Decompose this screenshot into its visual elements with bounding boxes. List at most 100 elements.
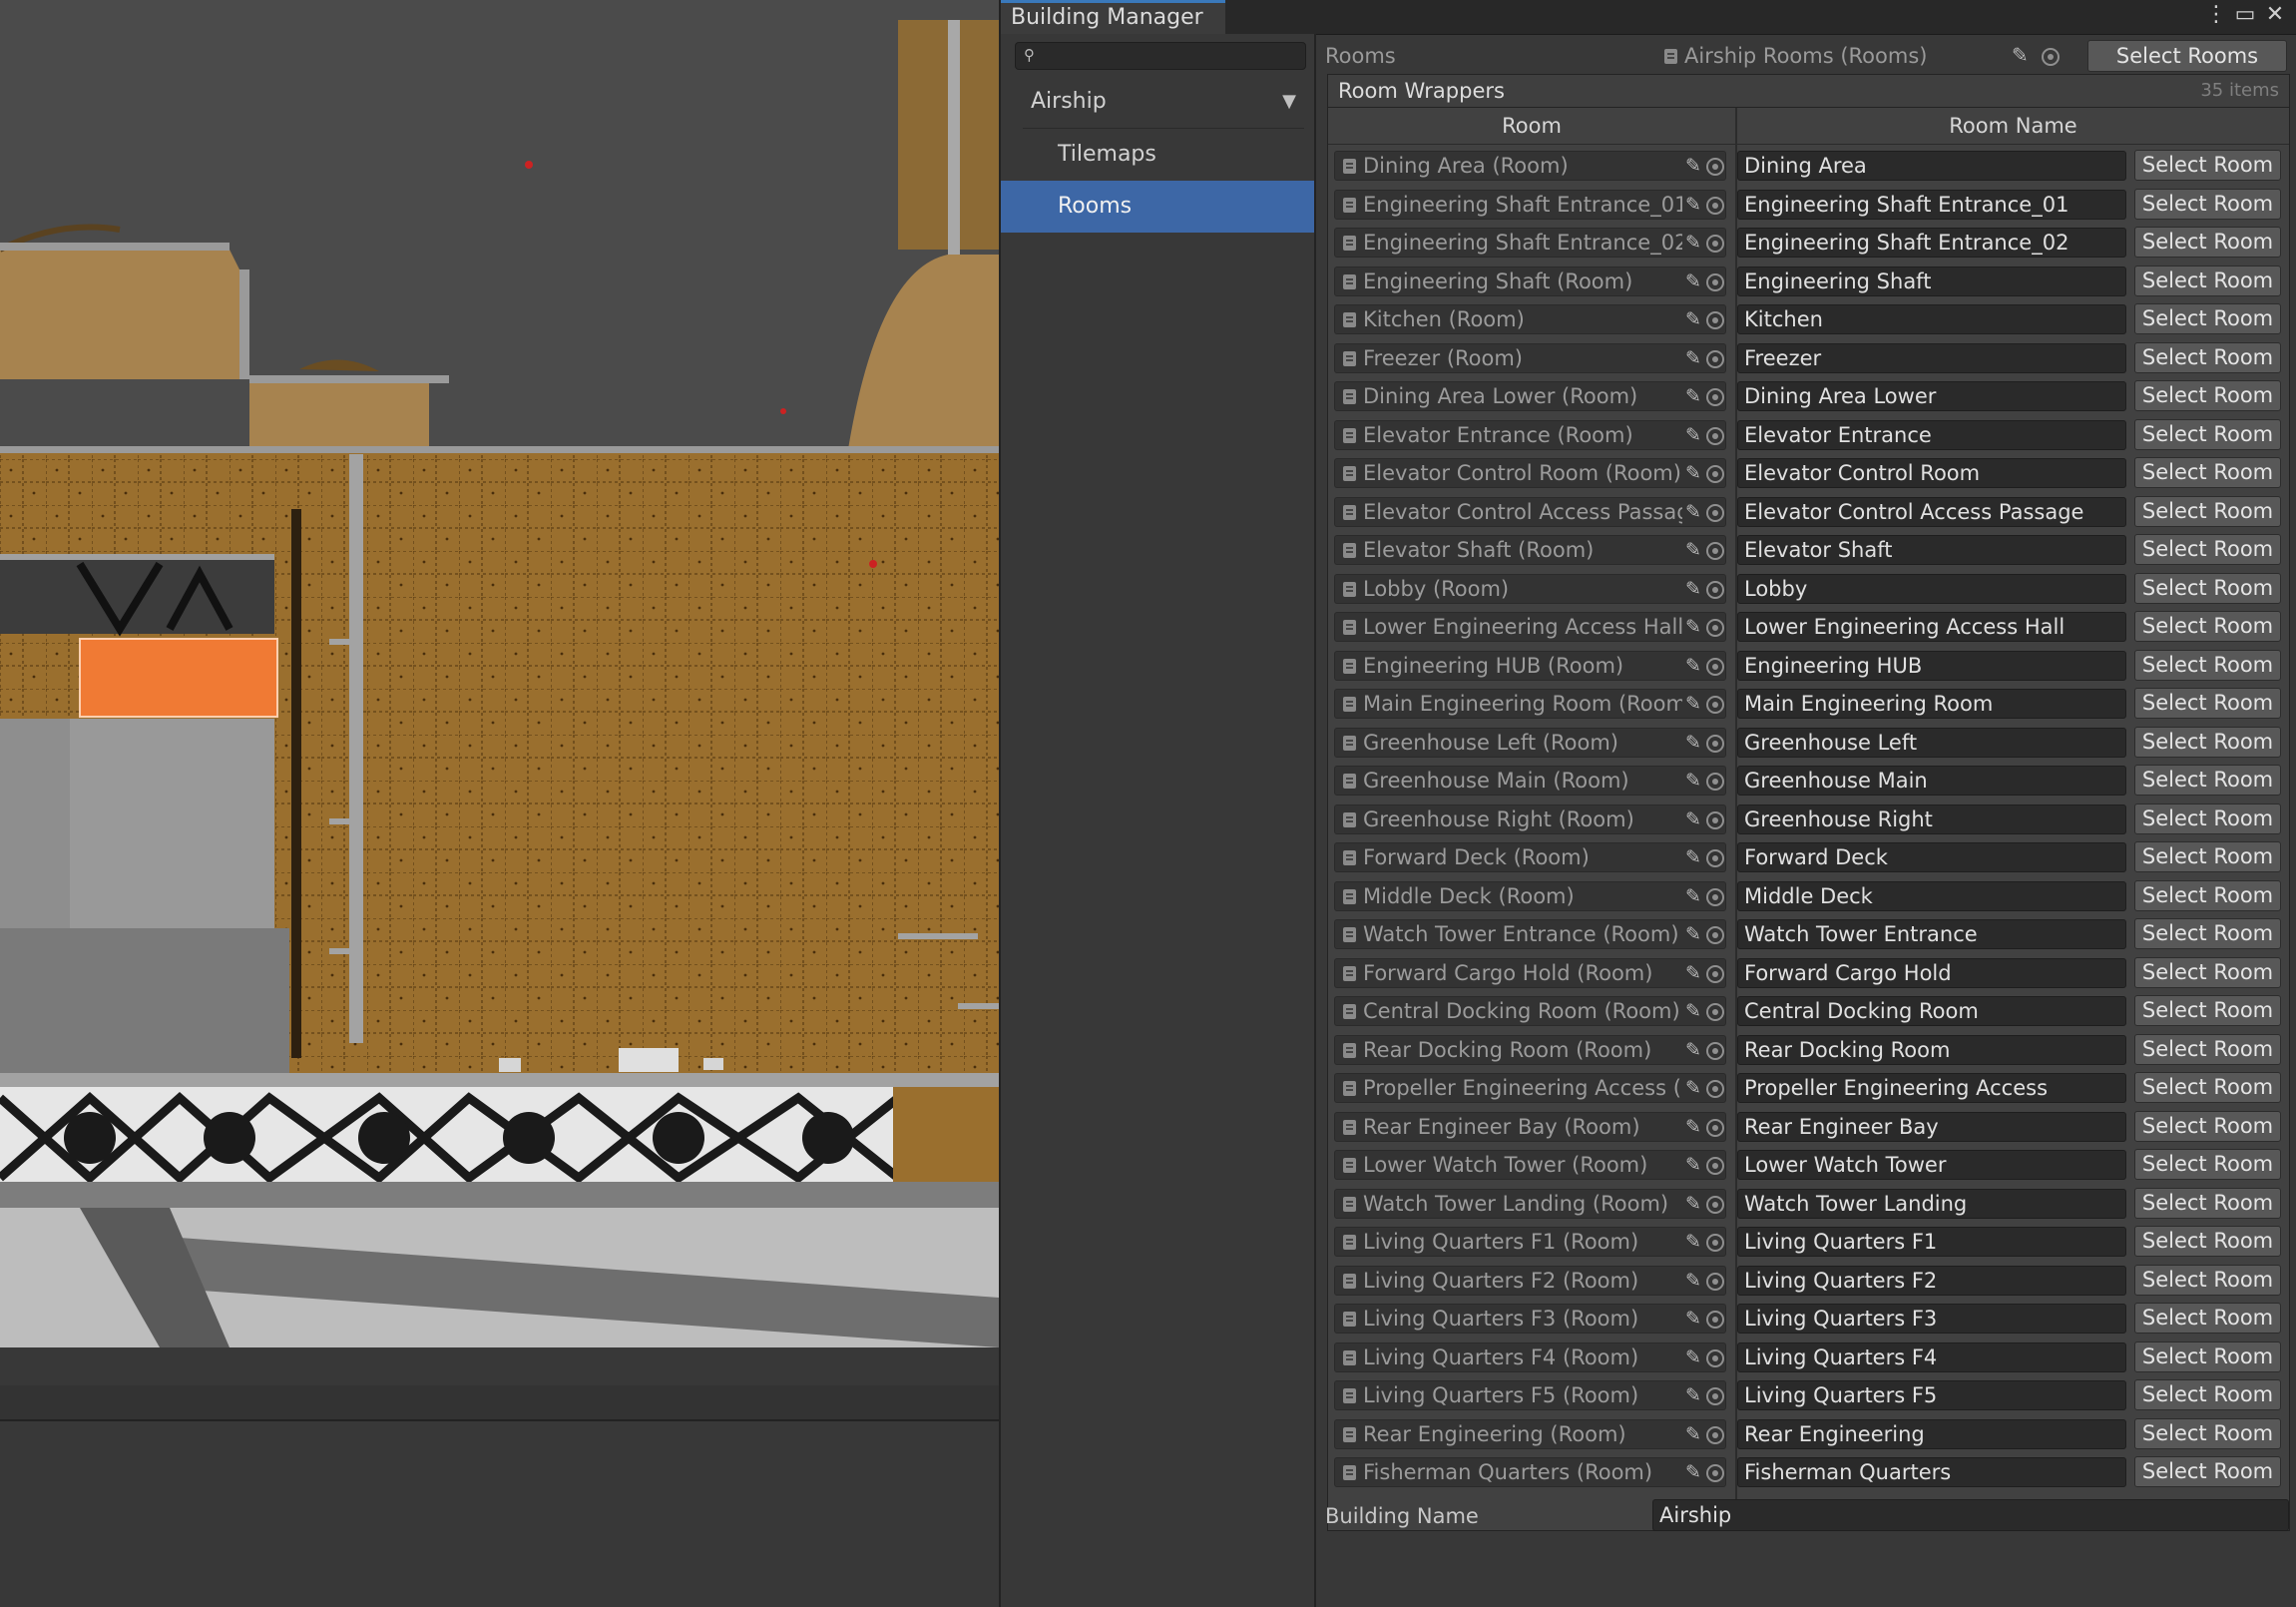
select-room-button[interactable]: Select Room	[2134, 1456, 2281, 1487]
room-name-field[interactable]: Living Quarters F4	[1737, 1341, 2126, 1372]
room-object-field[interactable]: Elevator Shaft (Room) ✎	[1334, 535, 1726, 565]
object-picker-icon[interactable]	[1706, 580, 1724, 599]
object-picker-icon[interactable]	[1706, 349, 1724, 368]
pencil-icon[interactable]: ✎	[1682, 1305, 1704, 1333]
select-room-button[interactable]: Select Room	[2134, 1149, 2281, 1180]
select-room-button[interactable]: Select Room	[2134, 1187, 2281, 1219]
room-object-field[interactable]: Kitchen (Room) ✎	[1334, 304, 1726, 334]
object-picker-icon[interactable]	[1706, 964, 1724, 983]
object-picker-icon[interactable]	[1706, 1118, 1724, 1137]
dropdown-arrow-icon[interactable]: ▼	[1282, 76, 1296, 128]
select-room-button[interactable]: Select Room	[2134, 918, 2281, 949]
select-room-button[interactable]: Select Room	[2134, 995, 2281, 1026]
object-picker-icon[interactable]	[1706, 388, 1724, 406]
object-picker-icon[interactable]	[1706, 1348, 1724, 1367]
select-room-button[interactable]: Select Room	[2134, 1340, 2281, 1372]
room-name-field[interactable]: Living Quarters F5	[1737, 1380, 2126, 1410]
room-object-field[interactable]: Freezer (Room) ✎	[1334, 342, 1726, 373]
room-name-field[interactable]: Engineering Shaft	[1737, 266, 2126, 296]
select-room-button[interactable]: Select Room	[2134, 534, 2281, 565]
pencil-icon[interactable]: ✎	[1682, 152, 1704, 180]
room-name-field[interactable]: Main Engineering Room	[1737, 689, 2126, 719]
building-name-field[interactable]: Airship	[1652, 1499, 2289, 1531]
close-icon[interactable]: ✕	[2262, 0, 2288, 30]
object-picker-icon[interactable]	[1706, 158, 1724, 176]
room-object-field[interactable]: Rear Engineer Bay (Room) ✎	[1334, 1111, 1726, 1142]
room-name-field[interactable]: Greenhouse Right	[1737, 804, 2126, 834]
object-picker-icon[interactable]	[1706, 1425, 1724, 1444]
room-object-field[interactable]: Lower Watch Tower (Room) ✎	[1334, 1150, 1726, 1180]
object-picker-icon[interactable]	[2042, 48, 2060, 66]
object-picker-icon[interactable]	[1706, 696, 1724, 714]
select-room-button[interactable]: Select Room	[2134, 572, 2281, 604]
pencil-icon[interactable]: ✎	[1682, 1035, 1704, 1064]
room-object-field[interactable]: Living Quarters F4 (Room) ✎	[1334, 1341, 1726, 1372]
object-picker-icon[interactable]	[1706, 773, 1724, 791]
room-name-field[interactable]: Fisherman Quarters	[1737, 1457, 2126, 1487]
room-name-field[interactable]: Engineering HUB	[1737, 650, 2126, 681]
object-picker-icon[interactable]	[1706, 1157, 1724, 1175]
nav-item-tilemaps[interactable]: Tilemaps	[1001, 129, 1314, 181]
object-picker-icon[interactable]	[1706, 196, 1724, 215]
pencil-icon[interactable]: ✎	[1682, 574, 1704, 603]
object-picker-icon[interactable]	[1706, 542, 1724, 560]
room-name-field[interactable]: Propeller Engineering Access	[1737, 1073, 2126, 1103]
select-room-button[interactable]: Select Room	[2134, 1226, 2281, 1257]
room-object-field[interactable]: Living Quarters F5 (Room) ✎	[1334, 1380, 1726, 1410]
select-room-button[interactable]: Select Room	[2134, 265, 2281, 296]
pencil-icon[interactable]: ✎	[1682, 1458, 1704, 1486]
object-picker-icon[interactable]	[1706, 1272, 1724, 1291]
room-object-field[interactable]: Greenhouse Right (Room) ✎	[1334, 804, 1726, 834]
room-name-field[interactable]: Rear Engineer Bay	[1737, 1111, 2126, 1142]
pencil-icon[interactable]: ✎	[1682, 497, 1704, 526]
rooms-object-field[interactable]: Airship Rooms (Rooms) ✎	[1656, 40, 2069, 72]
pencil-icon[interactable]: ✎	[1682, 613, 1704, 641]
pencil-icon[interactable]: ✎	[1682, 843, 1704, 871]
search-input[interactable]: ⚲	[1015, 42, 1306, 70]
pencil-icon[interactable]: ✎	[1682, 1228, 1704, 1256]
pencil-icon[interactable]: ✎	[1682, 1074, 1704, 1102]
room-name-field[interactable]: Watch Tower Entrance	[1737, 919, 2126, 949]
room-wrappers-header[interactable]: Room Wrappers 35 items	[1327, 74, 2290, 108]
room-name-field[interactable]: Living Quarters F2	[1737, 1265, 2126, 1296]
nav-item-rooms[interactable]: Rooms	[1001, 181, 1314, 233]
select-room-button[interactable]: Select Room	[2134, 1264, 2281, 1296]
object-picker-icon[interactable]	[1706, 1003, 1724, 1021]
object-picker-icon[interactable]	[1706, 1311, 1724, 1329]
room-name-field[interactable]: Engineering Shaft Entrance_02	[1737, 228, 2126, 258]
select-room-button[interactable]: Select Room	[2134, 1072, 2281, 1103]
room-object-field[interactable]: Central Docking Room (Room) ✎	[1334, 996, 1726, 1026]
pencil-icon[interactable]: ✎	[1682, 920, 1704, 948]
object-picker-icon[interactable]	[1706, 1464, 1724, 1482]
select-room-button[interactable]: Select Room	[2134, 803, 2281, 834]
pencil-icon[interactable]: ✎	[1682, 267, 1704, 295]
pencil-icon[interactable]: ✎	[1682, 343, 1704, 372]
room-object-field[interactable]: Greenhouse Left (Room) ✎	[1334, 727, 1726, 758]
pencil-icon[interactable]: ✎	[1682, 958, 1704, 987]
object-picker-icon[interactable]	[1706, 1234, 1724, 1252]
room-name-field[interactable]: Freezer	[1737, 342, 2126, 373]
pencil-icon[interactable]: ✎	[1682, 1419, 1704, 1448]
pencil-icon[interactable]: ✎	[1682, 1381, 1704, 1409]
object-picker-icon[interactable]	[1706, 887, 1724, 906]
object-picker-icon[interactable]	[1706, 311, 1724, 329]
nav-building-airship[interactable]: Airship ▼	[1001, 76, 1314, 128]
select-room-button[interactable]: Select Room	[2134, 457, 2281, 488]
room-object-field[interactable]: Middle Deck (Room) ✎	[1334, 880, 1726, 911]
object-picker-icon[interactable]	[1706, 465, 1724, 483]
room-object-field[interactable]: Living Quarters F2 (Room) ✎	[1334, 1265, 1726, 1296]
object-picker-icon[interactable]	[1706, 619, 1724, 637]
room-object-field[interactable]: Living Quarters F3 (Room) ✎	[1334, 1304, 1726, 1334]
pencil-icon[interactable]: ✎	[1682, 997, 1704, 1025]
room-object-field[interactable]: Dining Area Lower (Room) ✎	[1334, 381, 1726, 411]
select-room-button[interactable]: Select Room	[2134, 380, 2281, 411]
room-object-field[interactable]: Fisherman Quarters (Room) ✎	[1334, 1457, 1726, 1487]
pencil-icon[interactable]: ✎	[1682, 1189, 1704, 1218]
select-room-button[interactable]: Select Room	[2134, 1033, 2281, 1065]
room-name-field[interactable]: Rear Engineering	[1737, 1418, 2126, 1449]
object-picker-icon[interactable]	[1706, 849, 1724, 867]
room-name-field[interactable]: Rear Docking Room	[1737, 1034, 2126, 1065]
pencil-icon[interactable]: ✎	[1682, 382, 1704, 410]
pencil-icon[interactable]: ✎	[1682, 1151, 1704, 1179]
select-room-button[interactable]: Select Room	[2134, 227, 2281, 258]
